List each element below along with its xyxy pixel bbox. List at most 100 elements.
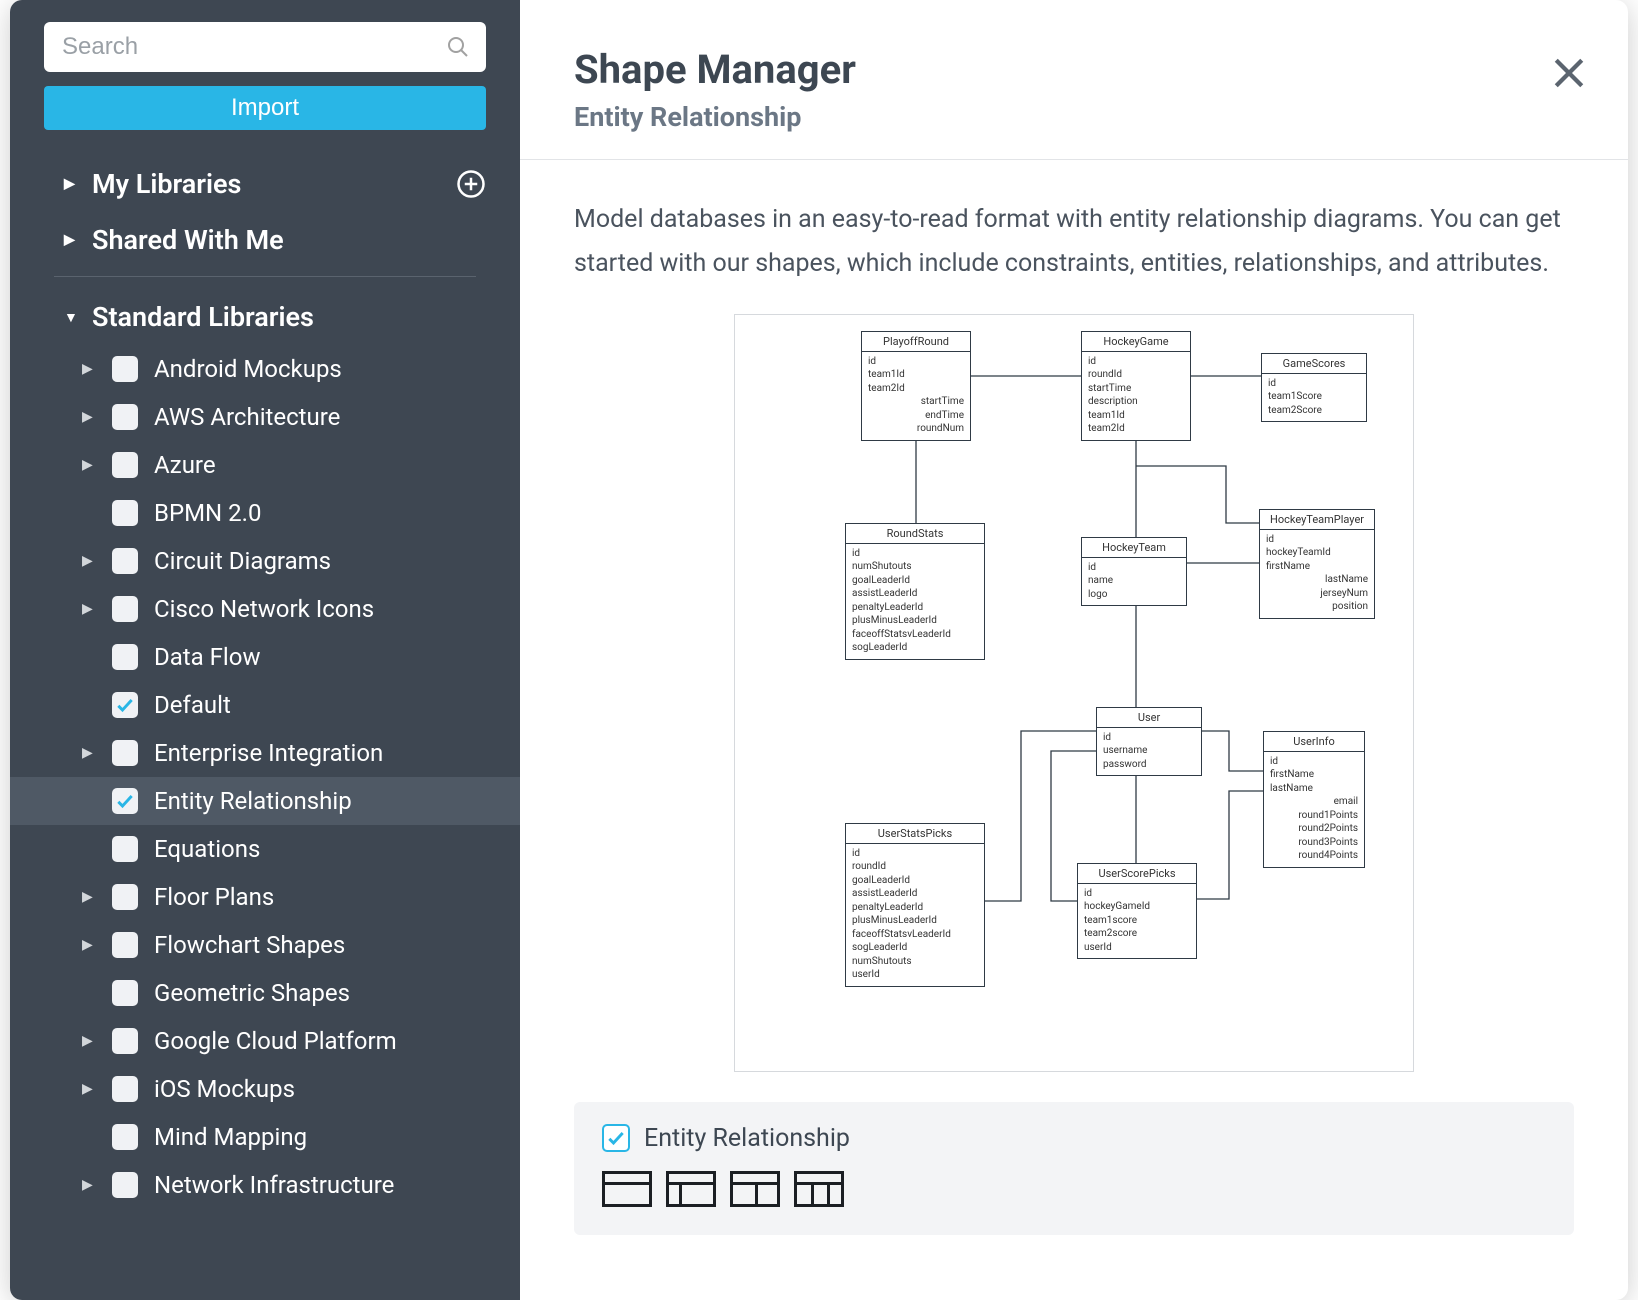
library-item[interactable]: BPMN 2.0 xyxy=(10,489,520,537)
shapes-panel-header: Entity Relationship xyxy=(602,1124,1546,1153)
caret-right-icon: ▶ xyxy=(82,553,100,569)
entity-box: Useridusernamepassword xyxy=(1096,707,1202,777)
caret-down-icon: ▼ xyxy=(64,309,82,326)
shapes-panel: Entity Relationship xyxy=(574,1102,1574,1235)
library-checkbox[interactable] xyxy=(112,452,138,478)
content-pane: Shape Manager Entity Relationship Model … xyxy=(520,0,1628,1300)
library-item[interactable]: ▶Azure xyxy=(10,441,520,489)
library-item[interactable]: ▶Android Mockups xyxy=(10,345,520,393)
library-item[interactable]: Mind Mapping xyxy=(10,1113,520,1161)
library-checkbox[interactable] xyxy=(112,596,138,622)
entity-box: HockeyTeamPlayeridhockeyTeamIdfirstNamel… xyxy=(1259,509,1375,619)
section-label: Shared With Me xyxy=(92,224,284,256)
caret-right-icon: ▶ xyxy=(82,457,100,473)
library-checkbox[interactable] xyxy=(112,356,138,382)
library-item[interactable]: Entity Relationship xyxy=(10,777,520,825)
library-label: Network Infrastructure xyxy=(154,1171,394,1199)
caret-right-icon: ▶ xyxy=(82,937,100,953)
entity-box: UserScorePicksidhockeyGameIdteam1scorete… xyxy=(1077,863,1197,960)
library-checkbox[interactable] xyxy=(112,740,138,766)
er-diagram: PlayoffRoundidteam1Idteam2IdstartTimeend… xyxy=(761,331,1387,1051)
caret-right-icon: ▶ xyxy=(82,601,100,617)
section-standard-libraries[interactable]: ▼ Standard Libraries xyxy=(10,289,520,345)
library-item[interactable]: ▶ Cisco Network Icons xyxy=(10,585,520,633)
entity-box: RoundStatsidnumShutoutsgoalLeaderIdassis… xyxy=(845,523,985,660)
library-item[interactable]: Equations xyxy=(10,825,520,873)
entity-shape-3[interactable] xyxy=(730,1171,780,1207)
sidebar-scroll[interactable]: ▶ My Libraries ▶ Shared With Me ▼ Standa… xyxy=(10,146,520,1300)
library-label: Data Flow xyxy=(154,643,261,671)
entity-box: HockeyGameidroundIdstartTimedescriptiont… xyxy=(1081,331,1191,441)
entity-box: UserStatsPicksidroundIdgoalLeaderIdassis… xyxy=(845,823,985,987)
library-label: Equations xyxy=(154,835,260,863)
library-checkbox[interactable] xyxy=(112,788,138,814)
panel-checkbox[interactable] xyxy=(602,1124,630,1152)
caret-right-icon: ▶ xyxy=(82,1033,100,1049)
library-item[interactable]: ▶ iOS Mockups xyxy=(10,1065,520,1113)
search-input[interactable] xyxy=(44,22,486,72)
library-item[interactable]: ▶Floor Plans xyxy=(10,873,520,921)
entity-box: PlayoffRoundidteam1Idteam2IdstartTimeend… xyxy=(861,331,971,441)
content-header: Shape Manager Entity Relationship xyxy=(520,0,1628,160)
library-checkbox[interactable] xyxy=(112,644,138,670)
library-checkbox[interactable] xyxy=(112,884,138,910)
shape-icons-row xyxy=(602,1171,1546,1207)
library-label: Default xyxy=(154,691,231,719)
library-item[interactable]: ▶ Flowchart Shapes xyxy=(10,921,520,969)
library-label: iOS Mockups xyxy=(154,1075,295,1103)
library-label: Entity Relationship xyxy=(154,787,352,815)
library-item[interactable]: ▶Network Infrastructure xyxy=(10,1161,520,1209)
library-label: Geometric Shapes xyxy=(154,979,350,1007)
library-item[interactable]: Geometric Shapes xyxy=(10,969,520,1017)
library-checkbox[interactable] xyxy=(112,932,138,958)
library-item[interactable]: ▶ AWS Architecture xyxy=(10,393,520,441)
diagram-preview: PlayoffRoundidteam1Idteam2IdstartTimeend… xyxy=(734,314,1414,1072)
caret-right-icon: ▶ xyxy=(82,1081,100,1097)
library-checkbox[interactable] xyxy=(112,980,138,1006)
section-shared-with-me[interactable]: ▶ Shared With Me xyxy=(10,212,520,268)
library-checkbox[interactable] xyxy=(112,1124,138,1150)
library-label: Floor Plans xyxy=(154,883,274,911)
entity-box: GameScoresidteam1Scoreteam2Score xyxy=(1261,353,1367,423)
library-label: Cisco Network Icons xyxy=(154,595,374,623)
search-icon xyxy=(446,35,470,59)
library-label: BPMN 2.0 xyxy=(154,499,261,527)
page-subtitle: Entity Relationship xyxy=(574,101,1574,133)
section-my-libraries[interactable]: ▶ My Libraries xyxy=(10,156,520,212)
library-label: Circuit Diagrams xyxy=(154,547,331,575)
panel-label: Entity Relationship xyxy=(644,1124,850,1153)
entity-box: UserInfoidfirstNamelastNameemailround1Po… xyxy=(1263,731,1365,868)
library-item[interactable]: Default xyxy=(10,681,520,729)
library-checkbox[interactable] xyxy=(112,1172,138,1198)
content-body[interactable]: Model databases in an easy-to-read forma… xyxy=(520,160,1628,1300)
caret-right-icon: ▶ xyxy=(82,409,100,425)
library-label: Flowchart Shapes xyxy=(154,931,345,959)
sidebar-divider xyxy=(54,276,476,277)
library-checkbox[interactable] xyxy=(112,1028,138,1054)
library-label: Mind Mapping xyxy=(154,1123,307,1151)
entity-shape-2[interactable] xyxy=(666,1171,716,1207)
library-checkbox[interactable] xyxy=(112,1076,138,1102)
import-button[interactable]: Import xyxy=(44,86,486,130)
page-title: Shape Manager xyxy=(574,46,1574,93)
library-item[interactable]: ▶Google Cloud Platform xyxy=(10,1017,520,1065)
close-icon[interactable] xyxy=(1552,56,1586,90)
add-library-icon[interactable] xyxy=(456,169,486,199)
library-list: ▶Android Mockups ▶ AWS Architecture ▶Azure B… xyxy=(10,345,520,1209)
library-checkbox[interactable] xyxy=(112,548,138,574)
library-checkbox[interactable] xyxy=(112,404,138,430)
entity-shape-4[interactable] xyxy=(794,1171,844,1207)
sidebar-top: Import xyxy=(10,22,520,146)
library-label: AWS Architecture xyxy=(154,403,340,431)
entity-shape-1[interactable] xyxy=(602,1171,652,1207)
library-checkbox[interactable] xyxy=(112,692,138,718)
library-checkbox[interactable] xyxy=(112,836,138,862)
library-checkbox[interactable] xyxy=(112,500,138,526)
library-item[interactable]: ▶Enterprise Integration xyxy=(10,729,520,777)
caret-right-icon: ▶ xyxy=(82,745,100,761)
library-item[interactable]: Data Flow xyxy=(10,633,520,681)
search-wrap xyxy=(44,22,486,72)
library-item[interactable]: ▶ Circuit Diagrams xyxy=(10,537,520,585)
sidebar: Import ▶ My Libraries ▶ Shared With Me ▼… xyxy=(10,0,520,1300)
section-label: Standard Libraries xyxy=(92,301,314,333)
